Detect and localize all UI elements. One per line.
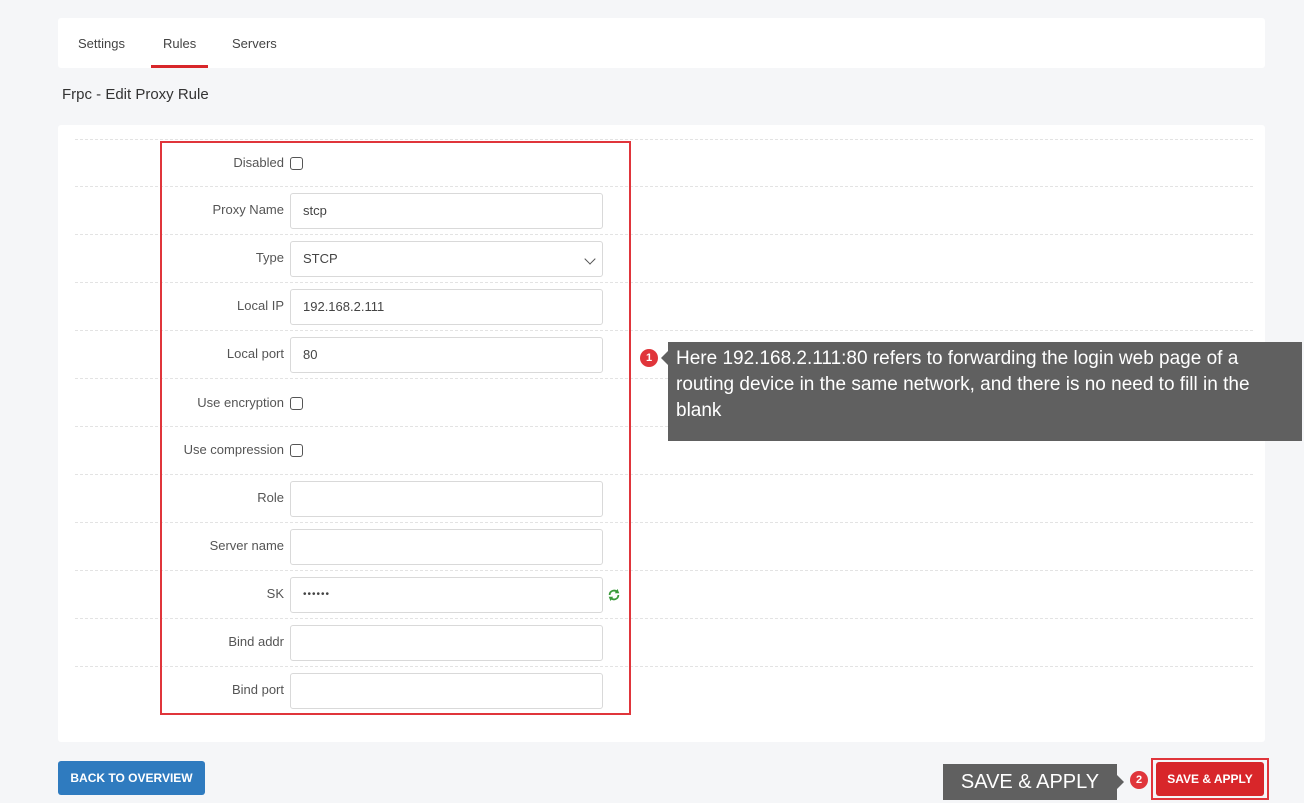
callout-2-badge: 2 [1130,771,1148,789]
callout-2-pointer [1117,775,1124,789]
annotation-highlight-box [160,141,631,715]
row-divider [75,139,1253,140]
tab-bar: Settings Rules Servers [58,18,1265,68]
save-apply-button[interactable]: SAVE & APPLY [1156,762,1264,796]
page-title: Frpc - Edit Proxy Rule [62,86,209,103]
callout-1-pointer [661,351,668,365]
tab-servers[interactable]: Servers [232,18,277,68]
callout-2-text: SAVE & APPLY [943,764,1117,800]
callout-1-text: Here 192.168.2.111:80 refers to forwardi… [668,342,1302,441]
back-to-overview-button[interactable]: BACK TO OVERVIEW [58,761,205,795]
save-apply-highlight: SAVE & APPLY [1151,758,1269,800]
tab-settings[interactable]: Settings [78,18,125,68]
callout-1-badge: 1 [640,349,658,367]
tab-rules[interactable]: Rules [150,18,209,68]
